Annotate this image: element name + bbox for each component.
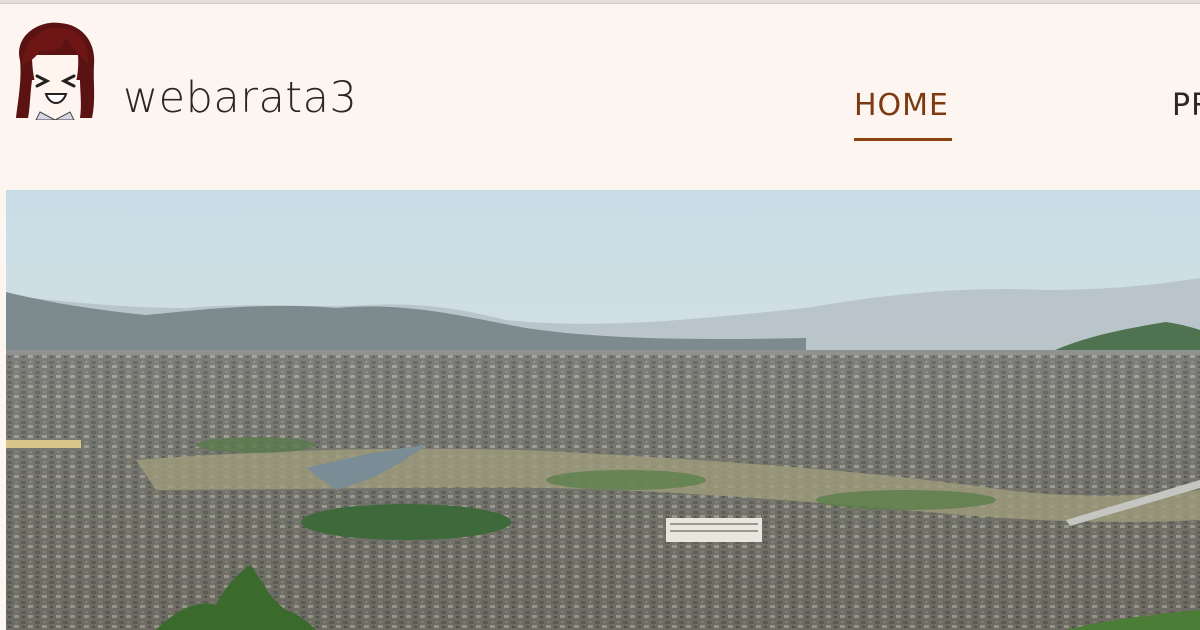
nav-active-underline bbox=[854, 138, 952, 141]
nav-item-home[interactable]: HOME bbox=[854, 86, 949, 126]
landscape-photo bbox=[6, 190, 1200, 630]
page: webarata3 HOME PR bbox=[0, 0, 1200, 630]
nav-item-profile[interactable]: PR bbox=[1172, 86, 1200, 126]
main-nav: HOME PR bbox=[0, 4, 1200, 190]
site-header: webarata3 HOME PR bbox=[0, 4, 1200, 190]
hero-image bbox=[6, 190, 1200, 630]
